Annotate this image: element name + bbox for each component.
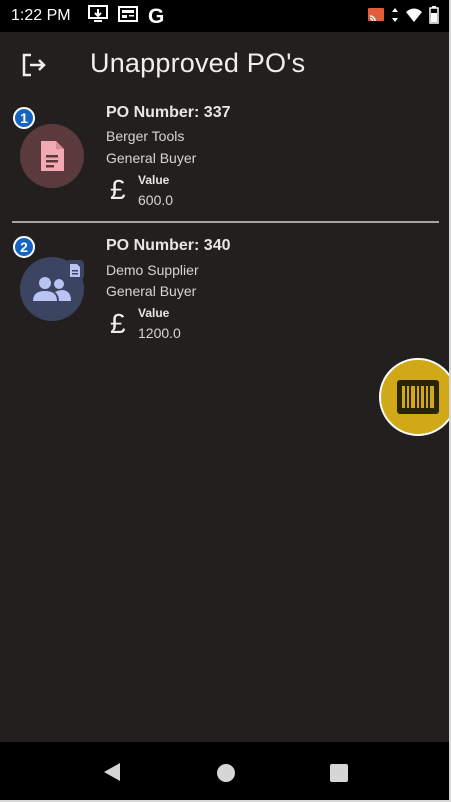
po-value: 600.0 <box>138 192 174 208</box>
data-arrows-icon <box>391 7 399 28</box>
po-index-badge: 1 <box>13 107 35 129</box>
wifi-icon <box>405 7 423 28</box>
po-value-label: Value <box>138 306 170 320</box>
po-supplier: Demo Supplier <box>106 262 199 278</box>
po-avatar <box>20 124 84 188</box>
status-time: 1:22 PM <box>11 7 71 24</box>
po-buyer: General Buyer <box>106 150 197 166</box>
po-supplier: Berger Tools <box>106 128 185 144</box>
divider <box>12 221 439 223</box>
app-bar: Unapproved PO's <box>0 32 449 98</box>
barcode-icon <box>397 380 439 414</box>
home-icon[interactable] <box>217 764 235 782</box>
status-bar: 1:22 PM G <box>0 0 449 32</box>
po-number: PO Number: 337 <box>106 104 231 121</box>
po-buyer: General Buyer <box>106 283 197 299</box>
download-icon <box>88 5 108 28</box>
people-icon <box>33 277 71 301</box>
po-value-label: Value <box>138 173 170 187</box>
scan-barcode-button[interactable] <box>379 358 449 436</box>
currency-icon: £ <box>110 308 126 339</box>
news-icon <box>118 5 138 28</box>
po-number: PO Number: 340 <box>106 237 231 254</box>
back-icon[interactable] <box>102 762 122 782</box>
page-title: Unapproved PO's <box>90 48 306 78</box>
app-screen: 1:22 PM G Unapproved PO's 1 PO Number: 3… <box>0 0 451 802</box>
cast-icon <box>367 7 385 28</box>
po-value: 1200.0 <box>138 325 181 341</box>
battery-icon <box>429 6 439 29</box>
system-nav-bar <box>0 742 449 800</box>
status-left-icons: G <box>88 5 164 28</box>
logout-button[interactable] <box>19 50 49 80</box>
google-icon: G <box>148 4 165 28</box>
po-index-badge: 2 <box>13 236 35 258</box>
document-icon <box>41 141 64 171</box>
logout-icon <box>22 53 46 77</box>
status-right-icons <box>367 6 439 29</box>
document-icon <box>66 260 84 280</box>
currency-icon: £ <box>110 174 126 205</box>
po-card[interactable]: 2 PO Number: 340 Demo Supplier General B… <box>0 232 449 352</box>
recents-icon[interactable] <box>330 764 348 782</box>
po-card[interactable]: 1 PO Number: 337 Berger Tools General Bu… <box>0 100 449 220</box>
